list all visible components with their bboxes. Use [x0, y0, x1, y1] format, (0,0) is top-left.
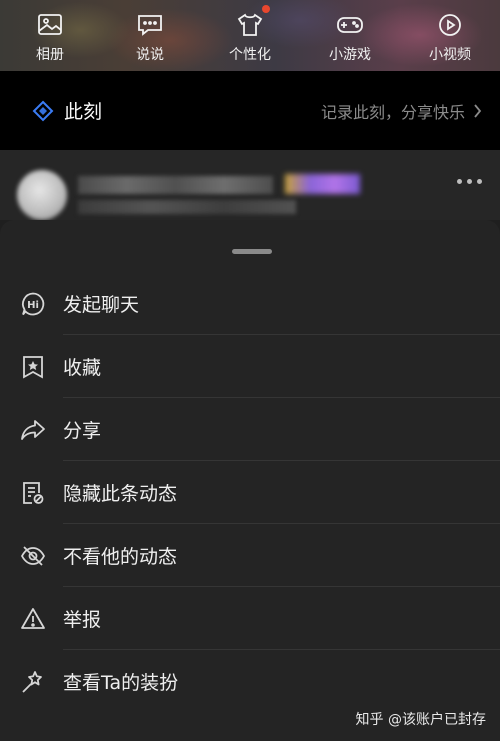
- tab-album[interactable]: 相册: [0, 0, 100, 71]
- watermark: 知乎 @该账户已封存: [355, 712, 486, 728]
- tab-album-label: 相册: [36, 47, 64, 63]
- magic-wand-icon: [20, 669, 46, 695]
- more-options-icon[interactable]: [457, 179, 482, 184]
- chevron-right-icon: [474, 103, 482, 118]
- tab-videos[interactable]: 小视频: [400, 0, 500, 71]
- menu-item-favorite[interactable]: 收藏: [0, 335, 500, 398]
- tab-personalize[interactable]: 个性化: [200, 0, 300, 71]
- blurred-post-meta: [78, 200, 296, 214]
- action-sheet: Hi 发起聊天 收藏 分享 隐藏此条动态 不看他的动态 举报 查看Ta的装扮: [0, 220, 500, 741]
- moment-title: 此刻: [64, 101, 103, 123]
- menu-item-label: 发起聊天: [63, 294, 140, 316]
- tab-personalize-label: 个性化: [229, 47, 271, 63]
- play-icon: [439, 14, 461, 36]
- album-icon: [38, 14, 62, 35]
- tab-shuoshuo[interactable]: 说说: [100, 0, 200, 71]
- menu-item-hide-post[interactable]: 隐藏此条动态: [0, 461, 500, 524]
- menu-item-label: 举报: [63, 609, 102, 631]
- bookmark-star-icon: [20, 354, 46, 380]
- tab-shuoshuo-label: 说说: [136, 47, 164, 63]
- moment-bar[interactable]: 此刻 记录此刻，分享快乐: [0, 71, 500, 150]
- shuoshuo-icon: [138, 15, 162, 36]
- avatar[interactable]: [17, 170, 67, 220]
- share-arrow-icon: [20, 417, 46, 443]
- moment-subtitle[interactable]: 记录此刻，分享快乐: [321, 99, 482, 123]
- gamepad-icon: [337, 17, 363, 33]
- menu-item-view-decoration[interactable]: 查看Ta的装扮: [0, 650, 500, 713]
- chat-hi-icon: Hi: [20, 291, 46, 317]
- menu-item-label: 查看Ta的装扮: [63, 672, 179, 694]
- notification-dot: [262, 5, 270, 13]
- sheet-drag-handle[interactable]: [232, 249, 272, 254]
- hide-document-icon: [20, 480, 46, 506]
- action-menu: Hi 发起聊天 收藏 分享 隐藏此条动态 不看他的动态 举报 查看Ta的装扮: [0, 272, 500, 713]
- tab-videos-label: 小视频: [429, 47, 471, 63]
- top-tab-bar: 相册 说说 个性化 小游戏 小视频: [0, 0, 500, 71]
- menu-item-mute-user[interactable]: 不看他的动态: [0, 524, 500, 587]
- blurred-username: [78, 176, 273, 194]
- moment-diamond-icon: [32, 100, 54, 121]
- tab-games[interactable]: 小游戏: [300, 0, 400, 71]
- menu-item-report[interactable]: 举报: [0, 587, 500, 650]
- menu-item-label: 不看他的动态: [63, 546, 178, 568]
- tshirt-icon: [237, 13, 263, 36]
- blurred-vip-badge: [285, 174, 360, 194]
- moment-subtitle-text: 记录此刻，分享快乐: [320, 102, 465, 122]
- menu-item-label: 分享: [63, 420, 102, 442]
- menu-item-label: 隐藏此条动态: [63, 483, 178, 505]
- menu-item-label: 收藏: [63, 357, 102, 379]
- svg-text:Hi: Hi: [27, 300, 39, 311]
- warning-triangle-icon: [20, 606, 46, 632]
- menu-item-share[interactable]: 分享: [0, 398, 500, 461]
- menu-item-start-chat[interactable]: Hi 发起聊天: [0, 272, 500, 335]
- eye-off-icon: [20, 543, 46, 569]
- tab-games-label: 小游戏: [329, 47, 371, 63]
